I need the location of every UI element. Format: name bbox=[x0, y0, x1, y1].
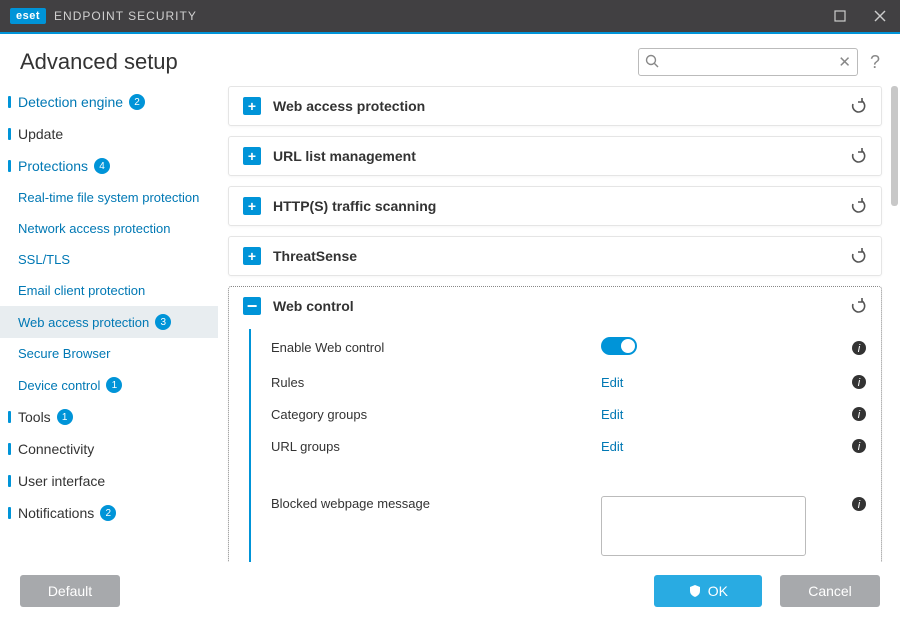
search-input[interactable] bbox=[638, 48, 858, 76]
panel-title: HTTP(S) traffic scanning bbox=[273, 198, 436, 214]
edit-rules-link[interactable]: Edit bbox=[601, 375, 623, 390]
panel-header[interactable]: + HTTP(S) traffic scanning bbox=[229, 187, 881, 225]
sidebar-label: Tools bbox=[18, 409, 51, 425]
panel-title: Web control bbox=[273, 298, 354, 314]
titlebar: eset ENDPOINT SECURITY bbox=[0, 0, 900, 32]
sidebar-item-connectivity[interactable]: Connectivity bbox=[0, 433, 218, 465]
sidebar-item-ssl-tls[interactable]: SSL/TLS bbox=[0, 244, 218, 275]
badge: 1 bbox=[106, 377, 122, 393]
undo-icon[interactable] bbox=[849, 97, 867, 115]
expand-icon[interactable]: + bbox=[243, 147, 261, 165]
setting-category-groups: Category groups Edit i bbox=[271, 398, 867, 430]
product-name: ENDPOINT SECURITY bbox=[54, 9, 197, 23]
footer: Default OK Cancel bbox=[0, 562, 900, 620]
panel-https-traffic-scanning: + HTTP(S) traffic scanning bbox=[228, 186, 882, 226]
clear-search-icon[interactable]: ✕ bbox=[838, 53, 851, 71]
sidebar: Detection engine 2 Update Protections 4 … bbox=[0, 86, 218, 581]
info-icon[interactable]: i bbox=[851, 438, 867, 454]
sidebar-label: Notifications bbox=[18, 505, 94, 521]
cancel-button[interactable]: Cancel bbox=[780, 575, 880, 607]
ok-label: OK bbox=[708, 583, 728, 599]
sidebar-item-email-client[interactable]: Email client protection bbox=[0, 275, 218, 306]
setting-url-groups: URL groups Edit i bbox=[271, 430, 867, 462]
expand-icon[interactable]: + bbox=[243, 97, 261, 115]
sidebar-label: Protections bbox=[18, 158, 88, 174]
shield-icon bbox=[688, 584, 702, 598]
panel-header[interactable]: + URL list management bbox=[229, 137, 881, 175]
panel-body: Enable Web control i Rules Edit i Catego… bbox=[249, 329, 867, 567]
sidebar-label: Detection engine bbox=[18, 94, 123, 110]
setting-enable-web-control: Enable Web control i bbox=[271, 329, 867, 366]
undo-icon[interactable] bbox=[849, 297, 867, 315]
sidebar-item-update[interactable]: Update bbox=[0, 118, 218, 150]
setting-label: Enable Web control bbox=[271, 340, 601, 355]
panel-web-access-protection: + Web access protection bbox=[228, 86, 882, 126]
blocked-message-textarea[interactable] bbox=[601, 496, 806, 556]
collapse-icon[interactable]: − bbox=[243, 297, 261, 315]
page-title: Advanced setup bbox=[20, 49, 178, 75]
setting-label: Rules bbox=[271, 375, 601, 390]
panel-title: ThreatSense bbox=[273, 248, 357, 264]
edit-category-groups-link[interactable]: Edit bbox=[601, 407, 623, 422]
sidebar-label: User interface bbox=[18, 473, 105, 489]
sidebar-item-network-access[interactable]: Network access protection bbox=[0, 213, 218, 244]
panel-url-list-management: + URL list management bbox=[228, 136, 882, 176]
edit-url-groups-link[interactable]: Edit bbox=[601, 439, 623, 454]
expand-icon[interactable]: + bbox=[243, 247, 261, 265]
badge: 4 bbox=[94, 158, 110, 174]
content-area: + Web access protection + URL list manag… bbox=[218, 86, 900, 581]
sidebar-item-tools[interactable]: Tools 1 bbox=[0, 401, 218, 433]
window-maximize-icon[interactable] bbox=[820, 0, 860, 32]
panel-threatsense: + ThreatSense bbox=[228, 236, 882, 276]
panel-title: URL list management bbox=[273, 148, 416, 164]
sidebar-item-web-access[interactable]: Web access protection 3 bbox=[0, 306, 218, 338]
sidebar-label: Connectivity bbox=[18, 441, 94, 457]
badge: 2 bbox=[129, 94, 145, 110]
window-close-icon[interactable] bbox=[860, 0, 900, 32]
sidebar-item-rtfs[interactable]: Real-time file system protection bbox=[0, 182, 218, 213]
sidebar-label: Web access protection bbox=[18, 315, 149, 330]
brand-logo: eset bbox=[10, 8, 46, 24]
header: Advanced setup ✕ ? bbox=[0, 34, 900, 86]
panel-header[interactable]: − Web control bbox=[229, 287, 881, 325]
sidebar-item-notifications[interactable]: Notifications 2 bbox=[0, 497, 218, 529]
panel-header[interactable]: + ThreatSense bbox=[229, 237, 881, 275]
sidebar-label: Update bbox=[18, 126, 63, 142]
toggle-enable-web-control[interactable] bbox=[601, 337, 637, 355]
help-icon[interactable]: ? bbox=[870, 52, 880, 73]
ok-button[interactable]: OK bbox=[654, 575, 762, 607]
sidebar-item-secure-browser[interactable]: Secure Browser bbox=[0, 338, 218, 369]
info-icon[interactable]: i bbox=[851, 496, 867, 512]
info-icon[interactable]: i bbox=[851, 406, 867, 422]
default-button[interactable]: Default bbox=[20, 575, 120, 607]
undo-icon[interactable] bbox=[849, 147, 867, 165]
undo-icon[interactable] bbox=[849, 247, 867, 265]
badge: 2 bbox=[100, 505, 116, 521]
sidebar-item-device-control[interactable]: Device control 1 bbox=[0, 369, 218, 401]
panel-header[interactable]: + Web access protection bbox=[229, 87, 881, 125]
panel-title: Web access protection bbox=[273, 98, 425, 114]
expand-icon[interactable]: + bbox=[243, 197, 261, 215]
badge: 1 bbox=[57, 409, 73, 425]
sidebar-item-detection-engine[interactable]: Detection engine 2 bbox=[0, 86, 218, 118]
info-icon[interactable]: i bbox=[851, 340, 867, 356]
badge: 3 bbox=[155, 314, 171, 330]
sidebar-label: Device control bbox=[18, 378, 100, 393]
sidebar-item-user-interface[interactable]: User interface bbox=[0, 465, 218, 497]
setting-label: Blocked webpage message bbox=[271, 496, 601, 511]
setting-label: Category groups bbox=[271, 407, 601, 422]
panel-web-control: − Web control Enable Web control i Rules… bbox=[228, 286, 882, 581]
info-icon[interactable]: i bbox=[851, 374, 867, 390]
undo-icon[interactable] bbox=[849, 197, 867, 215]
setting-blocked-message: Blocked webpage message i bbox=[271, 488, 867, 567]
scrollbar[interactable] bbox=[891, 86, 898, 206]
sidebar-item-protections[interactable]: Protections 4 bbox=[0, 150, 218, 182]
setting-label: URL groups bbox=[271, 439, 601, 454]
setting-rules: Rules Edit i bbox=[271, 366, 867, 398]
search-icon bbox=[645, 54, 659, 68]
search-box: ✕ bbox=[638, 48, 858, 76]
